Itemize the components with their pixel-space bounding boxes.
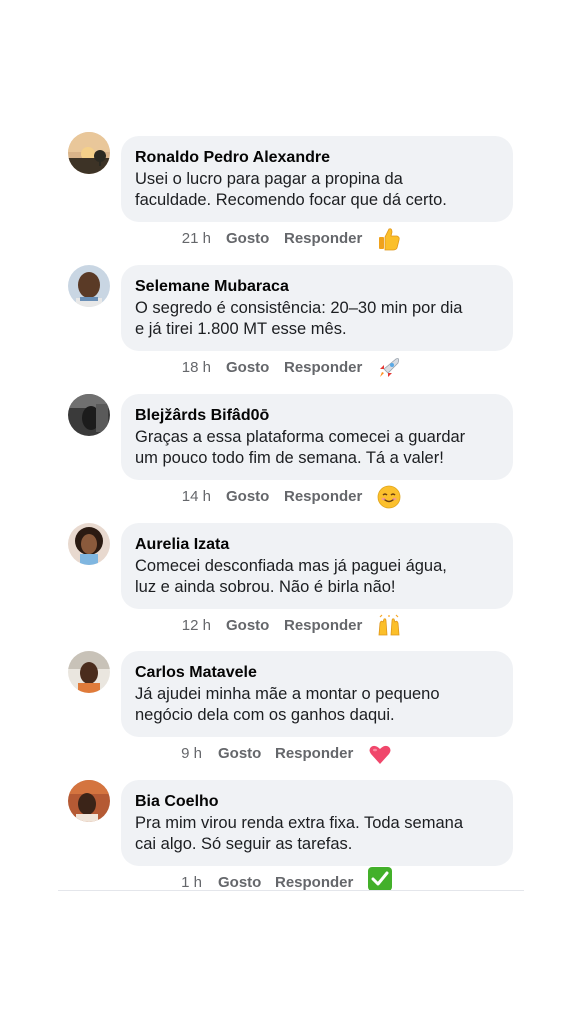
comment-bubble: Bia Coelho Pra mim virou renda extra fix… <box>121 780 513 866</box>
avatar[interactable] <box>68 265 110 307</box>
comment-text: Já ajudei minha mãe a montar o pequeno n… <box>135 685 440 724</box>
comment-time[interactable]: 18 h <box>161 357 211 379</box>
reply-button[interactable]: Responder <box>284 228 362 250</box>
smiling-face-icon <box>376 484 402 510</box>
comment-actions: 21 h Gosto Responder <box>0 228 576 252</box>
divider <box>58 890 524 891</box>
comment-bubble: Ronaldo Pedro Alexandre Usei o lucro par… <box>121 136 513 222</box>
comment-author[interactable]: Blejžârds Bifâd0ō <box>135 406 499 426</box>
comment: Ronaldo Pedro Alexandre Usei o lucro par… <box>0 132 576 260</box>
comment-text: Graças a essa plataforma comecei a guard… <box>135 428 466 467</box>
comment-author[interactable]: Aurelia Izata <box>135 535 499 555</box>
avatar[interactable] <box>68 394 110 436</box>
comment-time[interactable]: 12 h <box>161 615 211 637</box>
reply-button[interactable]: Responder <box>275 743 353 765</box>
red-heart-icon <box>367 741 393 767</box>
comment-text: Usei o lucro para pagar a propina da fac… <box>135 170 447 209</box>
comment-list: Ronaldo Pedro Alexandre Usei o lucro par… <box>0 0 576 1024</box>
comment-author[interactable]: Selemane Mubaraca <box>135 277 499 297</box>
comment: Carlos Matavele Já ajudei minha mãe a mo… <box>0 647 576 775</box>
comment-actions: 9 h Gosto Responder <box>0 743 576 767</box>
thumbs-up-icon <box>376 226 402 252</box>
like-button[interactable]: Gosto <box>226 357 269 379</box>
rocket-icon <box>376 355 402 381</box>
comment-bubble: Blejžârds Bifâd0ō Graças a essa platafor… <box>121 394 513 480</box>
comment-actions: 12 h Gosto Responder <box>0 613 576 639</box>
reply-button[interactable]: Responder <box>284 486 362 508</box>
check-mark-button-icon <box>367 866 393 892</box>
comment-text: Comecei desconfiada mas já paguei água, … <box>135 557 447 596</box>
comment: Blejžârds Bifâd0ō Graças a essa platafor… <box>0 390 576 518</box>
comment-time[interactable]: 9 h <box>152 743 202 765</box>
comment-bubble: Aurelia Izata Comecei desconfiada mas já… <box>121 523 513 609</box>
reply-button[interactable]: Responder <box>284 357 362 379</box>
reply-button[interactable]: Responder <box>284 615 362 637</box>
like-button[interactable]: Gosto <box>218 743 261 765</box>
comment: Aurelia Izata Comecei desconfiada mas já… <box>0 519 576 647</box>
comment-text: Pra mim virou renda extra fixa. Toda sem… <box>135 814 464 853</box>
like-button[interactable]: Gosto <box>226 615 269 637</box>
comment-actions: 18 h Gosto Responder <box>0 357 576 381</box>
comment-actions: 14 h Gosto Responder <box>0 484 576 510</box>
comment-text: O segredo é consistência: 20–30 min por … <box>135 299 463 338</box>
comment-time[interactable]: 14 h <box>161 486 211 508</box>
comment-bubble: Selemane Mubaraca O segredo é consistênc… <box>121 265 513 351</box>
comment-bubble: Carlos Matavele Já ajudei minha mãe a mo… <box>121 651 513 737</box>
comment-actions: 1 h Gosto Responder <box>0 867 576 896</box>
like-button[interactable]: Gosto <box>226 486 269 508</box>
comment: Bia Coelho Pra mim virou renda extra fix… <box>0 776 576 904</box>
comment: Selemane Mubaraca O segredo é consistênc… <box>0 261 576 389</box>
avatar[interactable] <box>68 132 110 174</box>
comment-author[interactable]: Bia Coelho <box>135 792 499 812</box>
like-button[interactable]: Gosto <box>226 228 269 250</box>
avatar[interactable] <box>68 780 110 822</box>
comment-author[interactable]: Carlos Matavele <box>135 663 499 683</box>
raised-hands-icon <box>376 613 402 639</box>
avatar[interactable] <box>68 651 110 693</box>
comment-time[interactable]: 21 h <box>161 228 211 250</box>
comment-author[interactable]: Ronaldo Pedro Alexandre <box>135 148 499 168</box>
avatar[interactable] <box>68 523 110 565</box>
